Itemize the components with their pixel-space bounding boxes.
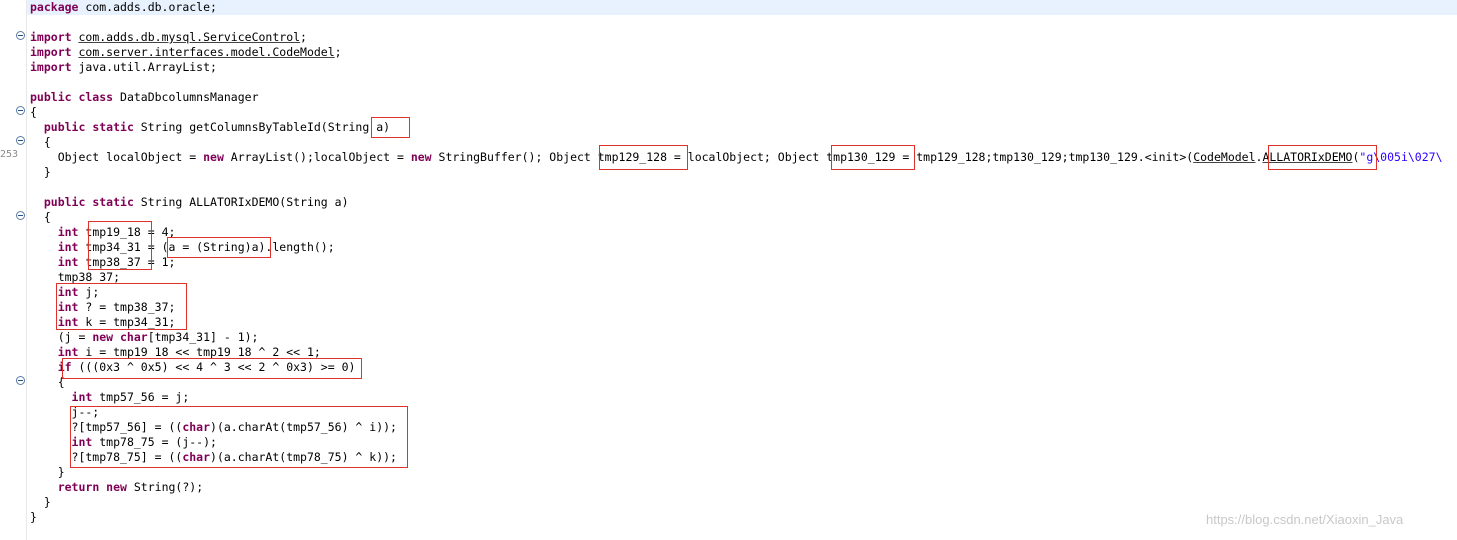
code-token: public static [43, 195, 134, 209]
annotation-box-if-condition [62, 358, 362, 379]
fold-toggle-icon-allatori-body[interactable] [16, 211, 25, 220]
code-token: public class [30, 90, 114, 104]
code-line: { [30, 375, 65, 390]
editor-gutter [0, 0, 26, 540]
code-line: } [30, 465, 65, 480]
code-token: CodeModel [1193, 150, 1256, 164]
code-token: String getColumnsByTableId(String a) [133, 120, 391, 134]
code-token: com.adds.db.oracle; [78, 0, 217, 14]
code-token: com.server.interfaces.model.CodeModel [78, 45, 335, 59]
annotation-box-allatori-call [1268, 145, 1377, 170]
code-line: Object localObject = new ArrayList();loc… [30, 150, 1443, 165]
code-line: int tmp57_56 = j; [30, 390, 190, 405]
watermark: https://blog.csdn.net/Xiaoxin_Java [1206, 512, 1404, 527]
annotation-box-cast [167, 237, 271, 258]
code-line: } [30, 495, 51, 510]
code-token: new char [92, 330, 148, 344]
code-token: package [30, 0, 79, 14]
fold-toggle-icon-class[interactable] [16, 106, 25, 115]
code-line: { [30, 105, 37, 120]
code-line: (j = new char[tmp34_31] - 1); [30, 330, 259, 345]
code-line: public class DataDbcolumnsManager [30, 90, 259, 105]
code-token: java.util.ArrayList; [71, 60, 217, 74]
code-token: StringBuffer(); Object tmp129_128 = loca… [431, 150, 1194, 164]
code-token: tmp57_56 = j; [92, 390, 190, 404]
code-token: i = tmp19_18 << tmp19_18 ^ 2 << 1; [78, 345, 321, 359]
annotation-box-tmp130 [831, 145, 915, 170]
code-token: int [57, 345, 79, 359]
code-token: tmp38_37; [30, 270, 121, 284]
code-token: String ALLATORIxDEMO(String a) [133, 195, 349, 209]
code-line: return new String(?); [30, 480, 203, 495]
code-line: import com.server.interfaces.model.CodeM… [30, 45, 342, 60]
code-token: int [71, 390, 93, 404]
code-token: import [30, 30, 72, 44]
code-token: int [57, 225, 79, 239]
code-token: int [57, 240, 79, 254]
code-token: import [30, 60, 72, 74]
code-token: { [30, 375, 65, 389]
gutter-divider [26, 0, 27, 540]
code-token: [tmp34_31] - 1); [147, 330, 259, 344]
fold-toggle-icon-imports[interactable] [16, 31, 25, 40]
line-number: 253 [0, 149, 19, 160]
annotation-box-loop-body [70, 406, 408, 468]
code-line: import com.adds.db.mysql.ServiceControl; [30, 30, 307, 45]
annotation-box-tmp-vars [88, 221, 152, 270]
annotation-box-tmp129 [599, 145, 688, 170]
code-line: import java.util.ArrayList; [30, 60, 217, 75]
code-line: } [30, 510, 37, 525]
code-token: ; [300, 30, 307, 44]
annotation-box-param-a [371, 117, 410, 138]
code-line: package com.adds.db.oracle; [30, 0, 217, 15]
code-token: (j = [30, 330, 93, 344]
code-token: ; [334, 45, 342, 59]
code-line: } [30, 165, 51, 180]
code-token: int [57, 255, 79, 269]
code-token: { [30, 135, 51, 149]
code-line: { [30, 135, 51, 150]
code-line: { [30, 210, 51, 225]
code-token: { [30, 105, 37, 119]
code-line: public static String ALLATORIxDEMO(Strin… [30, 195, 349, 210]
code-token: } [30, 465, 65, 479]
annotation-box-int-decls [56, 283, 187, 330]
code-token: import [30, 45, 72, 59]
code-token: String(?); [126, 480, 204, 494]
code-token: new [203, 150, 224, 164]
code-token: } [30, 510, 37, 524]
code-token: ArrayList();localObject = [223, 150, 411, 164]
code-token: com.adds.db.mysql.ServiceControl [78, 30, 301, 44]
code-token: DataDbcolumnsManager [113, 90, 259, 104]
code-token: } [30, 495, 51, 509]
code-line: public static String getColumnsByTableId… [30, 120, 390, 135]
code-token: new [410, 150, 432, 164]
code-token: { [30, 210, 51, 224]
code-token: } [30, 165, 51, 179]
code-token: Object localObject = [30, 150, 204, 164]
fold-toggle-icon-if-body[interactable] [16, 376, 25, 385]
fold-toggle-icon-getcolumns-body[interactable] [16, 136, 25, 145]
code-token: return new [57, 480, 127, 494]
code-token: public static [43, 120, 134, 134]
